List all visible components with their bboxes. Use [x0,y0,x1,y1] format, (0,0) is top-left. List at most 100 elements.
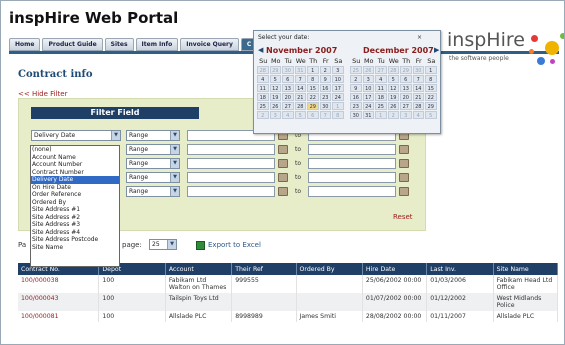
calendar-day[interactable]: 20 [282,93,294,101]
calendar-day[interactable]: 4 [412,111,424,119]
reset-link[interactable]: Reset [393,213,413,221]
calendar-day[interactable]: 2 [319,66,331,74]
filter-to-input[interactable] [308,172,396,183]
contract-link[interactable]: 100/000038 [18,275,100,293]
calendar-day[interactable]: 12 [269,84,281,92]
calendar-day[interactable]: 30 [282,66,294,74]
calendar-day[interactable]: 19 [269,93,281,101]
calendar-day[interactable]: 7 [319,111,331,119]
calendar-day[interactable]: 8 [425,75,437,83]
export-excel-link[interactable]: Export to Excel [208,241,261,249]
calendar-icon[interactable] [399,187,409,196]
calendar-day[interactable]: 25 [257,102,269,110]
calendar-day[interactable]: 1 [375,111,387,119]
calendar-day[interactable]: 1 [332,102,344,110]
calendar-day[interactable]: 24 [332,93,344,101]
calendar-day[interactable]: 28 [294,102,306,110]
calendar-day[interactable]: 2 [257,111,269,119]
calendar-day[interactable]: 25 [375,102,387,110]
dropdown-option[interactable]: Site Address #1 [31,206,119,214]
filter-op-select[interactable]: Range ▼ [126,144,180,155]
calendar-day[interactable]: 5 [387,75,399,83]
tab-invoice-query[interactable]: Invoice Query [180,38,239,51]
calendar-day[interactable]: 17 [362,93,374,101]
calendar-day[interactable]: 28 [412,102,424,110]
filter-from-input[interactable] [187,186,275,197]
prev-month-icon[interactable]: ◀ [258,46,263,54]
filter-op-select[interactable]: Range ▼ [126,158,180,169]
calendar-day[interactable]: 2 [387,111,399,119]
calendar-day[interactable]: 7 [412,75,424,83]
calendar-day[interactable]: 22 [425,93,437,101]
dropdown-option[interactable]: Site Address #3 [31,221,119,229]
filter-op-select[interactable]: Range ▼ [126,172,180,183]
calendar-day[interactable]: 28 [387,66,399,74]
dropdown-option[interactable]: Contract Number [31,169,119,177]
column-header[interactable]: Last Inv. [426,263,494,275]
filter-from-input[interactable] [187,158,275,169]
calendar-day[interactable]: 6 [400,75,412,83]
calendar-icon[interactable] [278,187,288,196]
dropdown-option[interactable]: Ordered By [31,199,119,207]
calendar-day[interactable]: 5 [425,111,437,119]
tab-product-guide[interactable]: Product Guide [42,38,103,51]
calendar-day[interactable]: 4 [257,75,269,83]
calendar-day[interactable]: 26 [269,102,281,110]
dropdown-option[interactable]: Site Address #2 [31,214,119,222]
next-month-icon[interactable]: ▶ [434,46,439,54]
calendar-day[interactable]: 29 [425,102,437,110]
calendar-icon[interactable] [399,145,409,154]
contract-link[interactable]: 100/000081 [18,311,100,322]
calendar-day[interactable]: 15 [307,84,319,92]
calendar-day[interactable]: 26 [387,102,399,110]
calendar-day[interactable]: 3 [332,66,344,74]
calendar-day[interactable]: 3 [269,111,281,119]
calendar-icon[interactable] [278,173,288,182]
calendar-day[interactable]: 6 [282,75,294,83]
calendar-icon[interactable] [278,145,288,154]
calendar-day[interactable]: 11 [375,84,387,92]
filter-op-select[interactable]: Range ▼ [126,186,180,197]
filter-from-input[interactable] [187,144,275,155]
calendar-day[interactable]: 16 [350,93,362,101]
calendar-day[interactable]: 13 [400,84,412,92]
calendar-day[interactable]: 5 [269,75,281,83]
calendar-day[interactable]: 23 [319,93,331,101]
column-header[interactable]: Their Ref [231,263,297,275]
dropdown-option[interactable]: Account Number [31,161,119,169]
calendar-day[interactable]: 11 [257,84,269,92]
column-header[interactable]: Ordered By [296,263,363,275]
filter-field-select[interactable]: Delivery Date ▼ [31,130,121,141]
calendar-day[interactable]: 7 [294,75,306,83]
calendar-day[interactable]: 6 [307,111,319,119]
calendar-day[interactable]: 8 [332,111,344,119]
calendar-day[interactable]: 29 [269,66,281,74]
column-header[interactable]: Site Name [493,263,559,275]
calendar-day[interactable]: 31 [294,66,306,74]
calendar-day[interactable]: 14 [412,84,424,92]
calendar-day[interactable]: 19 [387,93,399,101]
calendar-day[interactable]: 28 [257,66,269,74]
column-header[interactable]: Hire Date [362,263,428,275]
calendar-day[interactable]: 20 [400,93,412,101]
filter-field-dropdown[interactable]: (none) Account Name Account Number Contr… [30,145,120,267]
filter-to-input[interactable] [308,144,396,155]
calendar-day[interactable]: 14 [294,84,306,92]
tab-home[interactable]: Home [9,38,41,51]
calendar-day[interactable]: 12 [387,84,399,92]
calendar-day[interactable]: 30 [350,111,362,119]
dropdown-option[interactable]: Order Reference [31,191,119,199]
calendar-day[interactable]: 22 [307,93,319,101]
dropdown-option[interactable]: Account Name [31,154,119,162]
calendar-icon[interactable] [278,159,288,168]
calendar-day[interactable]: 9 [350,84,362,92]
calendar-day[interactable]: 1 [307,66,319,74]
dropdown-option[interactable]: Site Name [31,244,119,252]
close-icon[interactable]: × [415,34,424,41]
calendar-day[interactable]: 27 [282,102,294,110]
calendar-icon[interactable] [399,159,409,168]
filter-from-input[interactable] [187,172,275,183]
calendar-day[interactable]: 4 [282,111,294,119]
dropdown-option[interactable]: Site Address #4 [31,229,119,237]
tab-item-info[interactable]: Item Info [135,38,179,51]
